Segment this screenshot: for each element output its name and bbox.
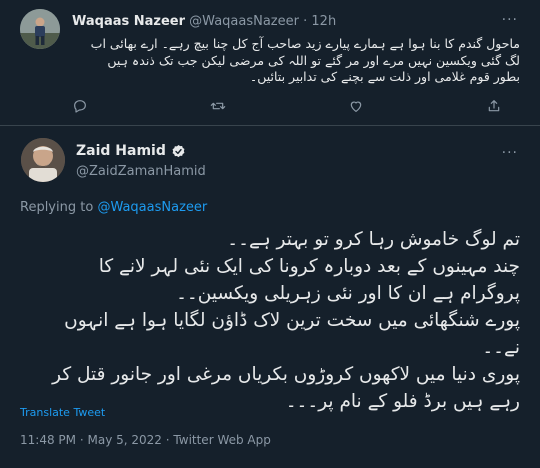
avatar-photo <box>21 138 65 182</box>
tweet-text-line: پروگرام ہے ان کا اور نئی زہریلی ویکسین۔۔ <box>176 283 520 304</box>
avatar-photo <box>20 9 60 49</box>
author-name-row: Zaid Hamid <box>76 143 186 159</box>
avatar[interactable] <box>21 138 65 182</box>
reply-header: Waqaas Nazeer @WaqaasNazeer · 12h <box>72 14 336 29</box>
reply-text-line: بطور قوم غلامی اور ذلت سے بچنے کی تدابیر… <box>249 69 520 84</box>
reply-text: ماحول گندم کا بنا ہوا ہے ہمارے پیارے زید… <box>72 36 520 86</box>
separator-dot: · <box>79 433 84 447</box>
like-icon <box>350 101 362 112</box>
separator-dot: · <box>303 14 308 29</box>
tweet-actions <box>72 96 502 116</box>
tweet-text-line: نے۔۔ <box>482 337 520 358</box>
translate-tweet-link[interactable]: Translate Tweet <box>20 406 105 419</box>
replying-to: Replying to @WaqaasNazeer <box>20 200 207 215</box>
author-handle[interactable]: @ZaidZamanHamid <box>76 164 206 179</box>
tweet-text-line: تم لوگ خاموش رہا کرو تو بہتر ہے۔۔ <box>227 229 520 250</box>
tweet-text-line: پورے شنگھائی میں سخت ترین لاک ڈاؤن لگایا… <box>64 310 520 331</box>
author-name[interactable]: Waqaas Nazeer <box>72 14 185 29</box>
separator-dot: · <box>165 433 170 447</box>
tweet-date[interactable]: May 5, 2022 <box>87 433 161 447</box>
replying-prefix: Replying to <box>20 200 94 215</box>
tweet-source: Twitter Web App <box>173 433 271 447</box>
reply-text-line: ماحول گندم کا بنا ہوا ہے ہمارے پیارے زید… <box>90 36 520 51</box>
author-handle[interactable]: @WaqaasNazeer <box>189 14 299 29</box>
retweet-icon <box>210 102 226 110</box>
author-name[interactable]: Zaid Hamid <box>76 143 166 159</box>
retweet-button[interactable] <box>210 98 226 114</box>
like-button[interactable] <box>348 98 364 114</box>
reply-icon <box>74 100 86 113</box>
more-icon[interactable]: ··· <box>502 145 518 161</box>
more-icon[interactable]: ··· <box>502 12 518 28</box>
share-icon <box>488 100 500 112</box>
avatar[interactable] <box>20 9 60 49</box>
reply-tweet[interactable]: Waqaas Nazeer @WaqaasNazeer · 12h ··· ما… <box>0 0 540 126</box>
tweet-text: تم لوگ خاموش رہا کرو تو بہتر ہے۔۔ چند مہ… <box>20 226 520 415</box>
replying-to-link[interactable]: @WaqaasNazeer <box>97 200 207 215</box>
reply-button[interactable] <box>72 98 88 114</box>
share-button[interactable] <box>486 98 502 114</box>
tweet-meta: 11:48 PM · May 5, 2022 · Twitter Web App <box>20 433 271 447</box>
reply-text-line: لگ گئی ویکسین نہیں مرے اور مر گئے تو الل… <box>107 52 520 68</box>
tweet-text-line: چند مہینوں کے بعد دوبارہ کرونا کی ایک نئ… <box>98 256 520 277</box>
tweet-time[interactable]: 11:48 PM <box>20 433 76 447</box>
verified-badge-icon <box>172 144 185 157</box>
tweet-time[interactable]: 12h <box>311 14 336 29</box>
tweet-text-line: پوری دنیا میں لاکھوں کروڑوں بکریاں مرغی … <box>52 364 520 385</box>
